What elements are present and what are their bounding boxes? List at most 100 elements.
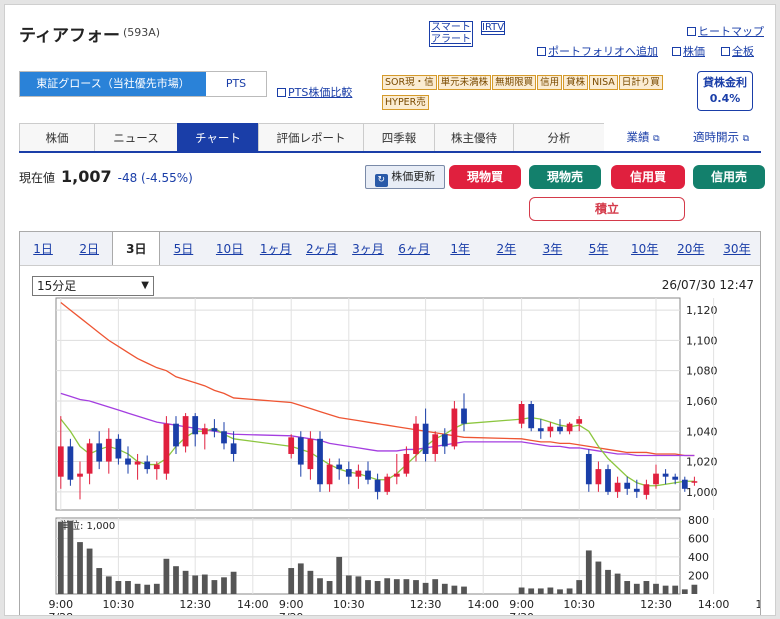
volume-bar [182, 570, 189, 594]
volume-bar [336, 556, 343, 594]
period-tab[interactable]: 2ヶ月 [299, 232, 345, 265]
candle-body [576, 419, 583, 424]
candle-body [211, 428, 218, 432]
volume-bar [57, 521, 64, 594]
tab-earnings[interactable]: 業績 ⧉ [604, 123, 682, 151]
candle-body [153, 464, 160, 470]
stock-code: (593A) [123, 26, 161, 39]
zenban-link[interactable]: 全板 [721, 40, 754, 59]
main-tabs: 株価 ニュース チャート 評価レポート 四季報 株主優待 分析 業績 ⧉ 適時開… [19, 123, 761, 153]
refresh-button[interactable]: ↻ 株価更新 [365, 165, 445, 189]
tab-news[interactable]: ニュース [94, 123, 178, 151]
margin-buy-button[interactable]: 信用買 [611, 165, 685, 189]
tab-analysis[interactable]: 分析 [513, 123, 605, 151]
stock-page: ティアフォー (593A) スマートアラート IRTV ヒートマップ ポートフォ… [4, 4, 776, 616]
candle-body [547, 426, 554, 432]
volume-bar [653, 583, 659, 594]
chart-panel: 1日 2日 3日 5日 10日 1ヶ月 2ヶ月 3ヶ月 6ヶ月 1年 2年 3年 5年 10年 20年 30年… [19, 231, 761, 616]
volume-bar [115, 581, 122, 594]
lending-rate-badge[interactable]: 貸株金利 0.4% [697, 71, 753, 111]
market-tse-growth[interactable]: 東証グロース（当社優先市場） [20, 72, 206, 96]
period-tab[interactable]: 5日 [160, 232, 206, 265]
period-tab[interactable]: 10年 [622, 232, 668, 265]
kabuka-link[interactable]: 株価 [672, 40, 705, 59]
volume-bar [547, 587, 554, 594]
volume-bar [576, 580, 583, 594]
tsumitate-button[interactable]: 積立 [529, 197, 685, 221]
time-tick-label: 9:00 [509, 598, 534, 611]
smart-alert-link[interactable]: スマートアラート [429, 21, 473, 47]
volume-bar [86, 548, 93, 594]
spot-sell-button[interactable]: 現物売 [529, 165, 601, 189]
tab-kabuka[interactable]: 株価 [19, 123, 95, 151]
candle-body [585, 453, 592, 485]
volume-bar [326, 581, 333, 594]
period-tab[interactable]: 10日 [207, 232, 253, 265]
period-tab[interactable]: 3年 [529, 232, 575, 265]
volume-bar [67, 520, 74, 594]
ir-tv-link[interactable]: IRTV [481, 21, 505, 35]
date-tick-label: 7/30 [509, 611, 534, 616]
period-tab[interactable]: 1年 [437, 232, 483, 265]
period-tab[interactable]: 6ヶ月 [391, 232, 437, 265]
period-tab[interactable]: 30年 [714, 232, 760, 265]
market-pts[interactable]: PTS [206, 72, 266, 96]
candle-body [528, 404, 535, 429]
candle-body [633, 488, 640, 492]
volume-bar [566, 588, 573, 594]
candle-body [451, 408, 458, 447]
candle-body [67, 446, 74, 480]
candle-body [201, 428, 208, 435]
volume-bar [96, 568, 103, 594]
volume-bar [384, 578, 391, 594]
period-tab[interactable]: 3日 [112, 232, 161, 265]
candle-body [173, 423, 179, 447]
volume-bar [691, 584, 698, 594]
tab-rating-report[interactable]: 評価レポート [258, 123, 364, 151]
period-tab[interactable]: 5年 [576, 232, 622, 265]
tab-earnings-label: 業績 [626, 130, 650, 144]
chart-area: 15分足 ▼ 26/07/30 12:47 1,120 1,100 1,080 1,0… [20, 266, 760, 616]
volume-bar [355, 576, 362, 594]
price-chart[interactable]: 1,120 1,100 1,080 1,060 1,040 1,020 1,000 800 60… [20, 266, 760, 616]
lending-label: 貸株金利 [703, 76, 747, 89]
tab-chart[interactable]: チャート [177, 123, 259, 151]
price-tick-label: 1,120 [686, 304, 718, 317]
pts-compare-link[interactable]: PTS株価比較 [277, 81, 352, 100]
tab-disclosure[interactable]: 適時開示 ⧉ [681, 123, 761, 151]
margin-sell-button[interactable]: 信用売 [693, 165, 765, 189]
candle-body [115, 438, 122, 459]
period-tab[interactable]: 1ヶ月 [253, 232, 299, 265]
time-tick-label: 10:30 [333, 598, 365, 611]
candle-body [230, 443, 237, 454]
volume-bar [163, 558, 170, 594]
candle-body [307, 438, 314, 470]
time-tick-label: 14:00 [467, 598, 499, 611]
candle-body [317, 438, 323, 485]
candle-body [393, 473, 400, 477]
period-tab[interactable]: 3ヶ月 [345, 232, 391, 265]
spot-buy-button[interactable]: 現物買 [449, 165, 521, 189]
time-tick-label: 14:00 [237, 598, 269, 611]
heatmap-link[interactable]: ヒートマップ [687, 20, 764, 39]
window-icon [672, 47, 681, 56]
volume-bar [221, 577, 227, 594]
candle-body [614, 482, 621, 492]
period-tab[interactable]: 2日 [66, 232, 112, 265]
tab-shikiho[interactable]: 四季報 [363, 123, 435, 151]
volume-bar [297, 563, 304, 594]
period-tab[interactable]: 20年 [668, 232, 714, 265]
volume-bar [441, 583, 448, 594]
portfolio-add-link[interactable]: ポートフォリオへ追加 [537, 40, 658, 59]
volume-bar [585, 550, 592, 594]
period-tab[interactable]: 2年 [483, 232, 529, 265]
time-tick-label: 9:00 [279, 598, 304, 611]
candle-body [672, 476, 679, 480]
trade-tag: 日計り買 [618, 75, 663, 90]
candle-body [681, 479, 688, 489]
tab-shareholder-benefits[interactable]: 株主優待 [434, 123, 514, 151]
price-tick-label: 1,000 [686, 486, 718, 499]
period-tab[interactable]: 1日 [20, 232, 66, 265]
window-icon [721, 47, 730, 56]
candle-body [518, 404, 525, 424]
